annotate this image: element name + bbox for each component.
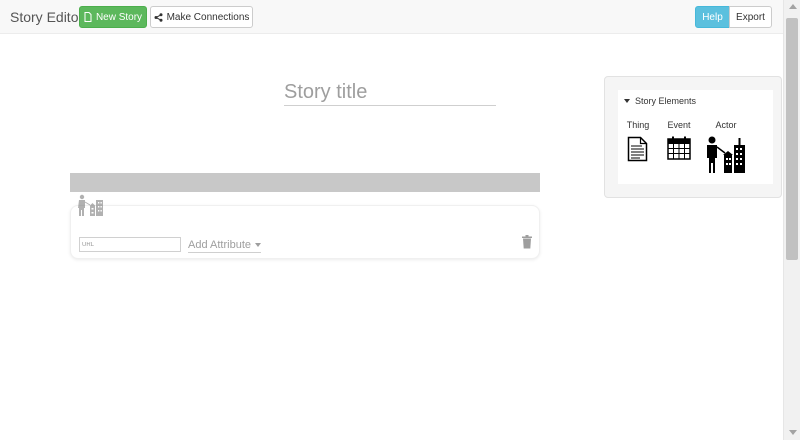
story-elements-toggle[interactable]: Story Elements [624,96,696,106]
document-icon [627,136,648,162]
scroll-thumb[interactable] [786,18,798,260]
new-story-label: New Story [95,11,143,23]
story-element-card: Add Attribute [70,194,540,259]
scroll-up-arrow-icon[interactable] [789,4,797,9]
trash-icon[interactable] [521,235,533,249]
actor-icon [707,136,745,173]
story-elements-heading: Story Elements [635,96,697,106]
element-actor-label: Actor [715,120,737,130]
vertical-scrollbar[interactable] [783,0,800,440]
story-title-input[interactable] [284,80,496,106]
file-icon [84,12,92,22]
url-input[interactable] [79,237,181,252]
help-button[interactable]: Help [695,6,730,28]
actor-icon [78,194,103,216]
make-connections-label: Make Connections [166,11,250,23]
element-thing[interactable]: Thing [625,120,651,164]
scroll-down-arrow-icon[interactable] [789,430,797,435]
navbar: Story Editor New Story Make Connections … [0,0,783,34]
caret-down-icon [255,242,261,247]
element-thing-label: Thing [626,120,650,130]
add-attribute-label: Add Attribute [188,238,251,251]
make-connections-button[interactable]: Make Connections [150,6,253,28]
calendar-icon [667,136,691,160]
export-button[interactable]: Export [729,6,772,28]
brand-title[interactable]: Story Editor [10,9,83,25]
element-event[interactable]: Event [664,120,694,162]
new-story-button[interactable]: New Story [79,6,147,28]
share-icon [154,12,163,22]
caret-down-icon [624,99,630,103]
add-attribute-dropdown[interactable]: Add Attribute [188,237,261,253]
story-element-bar [70,173,540,192]
element-event-label: Event [667,120,691,130]
story-elements-box: Story Elements Thing Event Actor [618,90,773,184]
element-actor[interactable]: Actor [702,120,750,176]
story-elements-panel: Story Elements Thing Event Actor [604,76,782,198]
